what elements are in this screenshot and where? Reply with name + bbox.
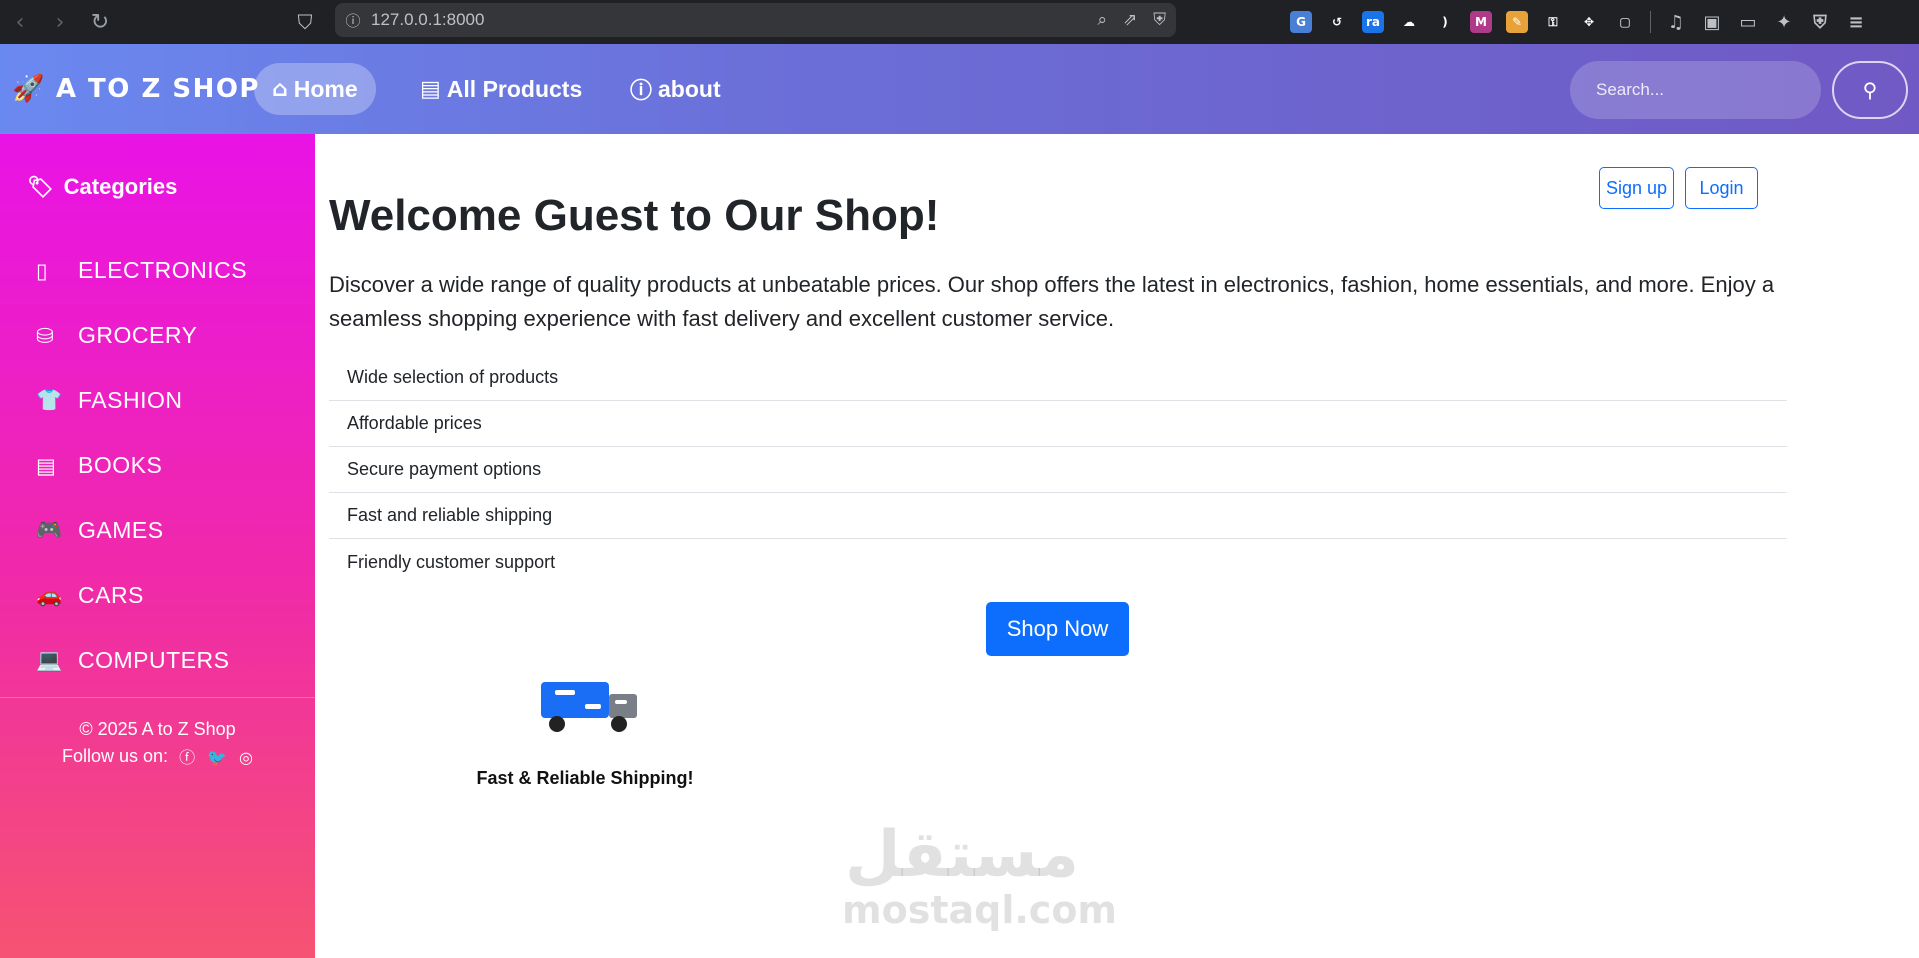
category-item-books[interactable]: ▤ BOOKS xyxy=(0,433,315,498)
ra-extension-icon[interactable]: ra xyxy=(1362,11,1384,33)
bookmark-icon[interactable]: ⛉ xyxy=(290,0,320,44)
toolbar-separator xyxy=(1650,11,1651,33)
leo-ai-icon[interactable]: ✦ xyxy=(1773,11,1795,33)
puzzle-extension-icon[interactable]: ✥ xyxy=(1578,11,1600,33)
basket-icon: ⛁ xyxy=(36,323,55,348)
brave-shield-icon[interactable]: ⛨ xyxy=(1153,10,1166,30)
extensions-bar: G ↺ ra ☁) M ✎ ⚿ ✥ ▢ ♫ ▣ ▭ ✦ ⛨ ≡ xyxy=(1290,0,1867,44)
features-list: Wide selection of products Affordable pri… xyxy=(329,355,1787,585)
waves-extension-icon[interactable]: ) xyxy=(1434,11,1456,33)
share-icon[interactable]: ⇗ xyxy=(1123,10,1137,30)
nav-about[interactable]: ⓘ about xyxy=(612,63,739,115)
mi-extension-icon[interactable]: M xyxy=(1470,11,1492,33)
key-extension-icon[interactable]: ⚿ xyxy=(1542,11,1564,33)
shop-now-button[interactable]: Shop Now xyxy=(986,602,1129,656)
watermark-text: mostaql.com xyxy=(842,888,1118,932)
sidepanel-icon[interactable]: ▣ xyxy=(1701,11,1723,33)
category-item-cars[interactable]: 🚗 CARS xyxy=(0,563,315,628)
social-links: ⓕ 🐦 ◎ xyxy=(179,744,253,771)
music-icon[interactable]: ♫ xyxy=(1665,11,1687,33)
info-icon[interactable]: ⓘ xyxy=(335,10,371,31)
nav-home-label: Home xyxy=(293,75,358,102)
copyright-text: © 2025 A to Z Shop xyxy=(79,719,236,739)
search-input[interactable] xyxy=(1570,61,1821,119)
intro-paragraph: Discover a wide range of quality product… xyxy=(329,272,1775,331)
brand[interactable]: 🚀 A TO Z SHOP xyxy=(12,44,260,134)
feature-list-item: Friendly customer support xyxy=(347,551,556,572)
category-label: BOOKS xyxy=(78,452,163,478)
nav-all-products-label: All Products xyxy=(446,75,583,102)
app-navbar: 🚀 A TO Z SHOP ⌂ Home ▤ All Products ⓘ ab… xyxy=(0,44,1919,134)
boxes-icon: ▤ xyxy=(420,76,441,102)
categories-title: Categories xyxy=(63,174,178,199)
nav-all-products[interactable]: ▤ All Products xyxy=(402,63,600,115)
feature-list-item: Secure payment options xyxy=(329,447,1787,493)
watermark-arabic: مستقل xyxy=(844,818,1080,892)
watermark: مستقل mostaql.com xyxy=(842,818,1118,932)
mobile-icon: ▯ xyxy=(36,258,49,283)
feature-list-item: Fast and reliable shipping xyxy=(329,493,1787,539)
laptop-icon: 💻 xyxy=(36,648,63,672)
category-item-fashion[interactable]: 👕 FASHION xyxy=(0,368,315,433)
back-icon[interactable]: ‹ xyxy=(0,0,40,44)
gamepad-icon: 🎮 xyxy=(36,518,63,542)
nav-about-label: about xyxy=(658,75,721,102)
book-icon: ▤ xyxy=(36,453,57,478)
sidebar: 🏷 Categories ▯ ELECTRONICS ⛁ GROCERY 👕 FASHIO… xyxy=(0,134,315,958)
signup-button[interactable]: Sign up xyxy=(1599,167,1674,209)
category-label: CARS xyxy=(78,582,144,608)
sidebar-divider xyxy=(0,697,315,698)
category-item-computers[interactable]: 💻 COMPUTERS xyxy=(0,628,315,693)
category-label: GROCERY xyxy=(78,322,198,348)
address-url[interactable]: 127.0.0.1:8000 xyxy=(371,10,484,30)
menu-icon[interactable]: ≡ xyxy=(1845,11,1867,33)
login-button[interactable]: Login xyxy=(1685,167,1758,209)
car-icon: 🚗 xyxy=(36,583,63,607)
category-item-grocery[interactable]: ⛁ GROCERY xyxy=(0,303,315,368)
translate-extension-icon[interactable]: G xyxy=(1290,11,1312,33)
sidebar-footer: © 2025 A to Z Shop Follow us on: ⓕ 🐦 ◎ xyxy=(0,716,315,771)
category-label: COMPUTERS xyxy=(78,647,230,673)
vpn-icon[interactable]: ⛨ xyxy=(1809,11,1831,33)
truck-icon xyxy=(541,682,637,732)
category-list: ▯ ELECTRONICS ⛁ GROCERY 👕 FASHION ▤ BOOKS 🎮 GAMES… xyxy=(0,238,315,693)
search-icon: ⚲ xyxy=(1862,78,1878,102)
follow-row: Follow us on: ⓕ 🐦 ◎ xyxy=(0,743,315,771)
main-content: Sign up Login Welcome Guest to Our Shop!… xyxy=(315,134,1919,958)
screenshot-extension-icon[interactable]: ▢ xyxy=(1614,11,1636,33)
browser-toolbar: ‹ › ↻ ⛉ ⓘ 127.0.0.1:8000 ⌕ ⇗ ⛨ G ↺ ra ☁) M ✎ ⚿… xyxy=(0,0,1919,44)
paint-extension-icon[interactable]: ✎ xyxy=(1506,11,1528,33)
cloud-extension-icon[interactable]: ☁ xyxy=(1398,11,1420,33)
category-label: ELECTRONICS xyxy=(78,257,248,283)
nav-home[interactable]: ⌂ Home xyxy=(254,63,376,115)
history-extension-icon[interactable]: ↺ xyxy=(1326,11,1348,33)
rocket-icon: 🚀 xyxy=(12,74,46,104)
info-circle-icon: ⓘ xyxy=(630,79,653,104)
address-bar[interactable]: ⓘ 127.0.0.1:8000 ⌕ ⇗ ⛨ xyxy=(335,3,1176,37)
home-icon: ⌂ xyxy=(272,76,288,102)
instagram-icon[interactable]: ◎ xyxy=(239,744,253,771)
facebook-icon[interactable]: ⓕ xyxy=(179,744,195,771)
forward-icon[interactable]: › xyxy=(40,0,80,44)
feature-list-item: Affordable prices xyxy=(329,401,1787,447)
zoom-icon[interactable]: ⌕ xyxy=(1097,10,1107,30)
category-item-electronics[interactable]: ▯ ELECTRONICS xyxy=(0,238,315,303)
feature-list-item: Wide selection of products xyxy=(329,355,1787,401)
page-title: Welcome Guest to Our Shop! xyxy=(329,191,940,240)
tags-icon: 🏷 xyxy=(27,174,54,199)
reload-icon[interactable]: ↻ xyxy=(80,0,120,44)
category-label: FASHION xyxy=(78,387,183,413)
twitter-icon[interactable]: 🐦 xyxy=(207,744,227,771)
wallet-icon[interactable]: ▭ xyxy=(1737,11,1759,33)
shipping-caption: Fast & Reliable Shipping! xyxy=(476,768,694,788)
category-item-games[interactable]: 🎮 GAMES xyxy=(0,498,315,563)
categories-heading: 🏷 Categories xyxy=(27,174,177,200)
brand-name: A TO Z SHOP xyxy=(55,74,260,104)
shirt-icon: 👕 xyxy=(36,388,63,412)
search-button[interactable]: ⚲ xyxy=(1832,61,1908,119)
category-label: GAMES xyxy=(78,517,164,543)
follow-label: Follow us on: xyxy=(62,746,169,766)
